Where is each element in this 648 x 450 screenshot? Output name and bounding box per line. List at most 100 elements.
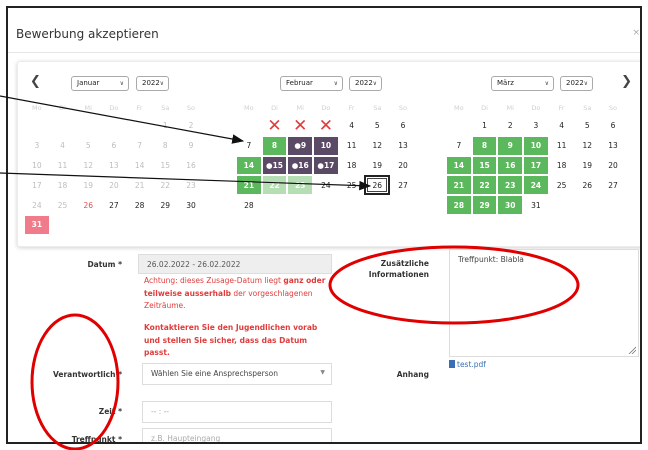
calendar-day[interactable]: 8 xyxy=(152,136,178,156)
calendar-day[interactable]: 21 xyxy=(127,175,153,195)
calendar-day[interactable]: 27 xyxy=(101,195,127,215)
calendar-day[interactable]: 28 xyxy=(236,195,262,215)
calendar-day[interactable]: 5 xyxy=(364,116,390,136)
calendar-day[interactable]: 23 xyxy=(178,175,204,195)
calendar-day[interactable]: 18 xyxy=(339,156,365,176)
calendar-day[interactable]: 30 xyxy=(497,195,524,215)
calendar-day[interactable]: 18 xyxy=(50,175,76,195)
calendar-day[interactable]: 20 xyxy=(390,156,416,176)
calendar-day[interactable]: 16 xyxy=(178,156,204,176)
calendar-day[interactable]: 20 xyxy=(101,175,127,195)
calendar-day[interactable]: ●15 xyxy=(261,155,288,176)
calendar-day[interactable]: 31 xyxy=(523,195,549,215)
calendar-day[interactable]: 27 xyxy=(390,175,416,195)
calendar-day[interactable]: 10 xyxy=(523,135,549,156)
calendar-day[interactable]: 7 xyxy=(236,136,262,156)
calendar-day[interactable]: ●17 xyxy=(313,155,339,176)
calendar-day[interactable]: 21 xyxy=(446,175,472,196)
calendar-day[interactable]: 1 xyxy=(152,116,178,136)
calendar-day[interactable]: 14 xyxy=(446,155,472,176)
calendar-day[interactable]: 20 xyxy=(600,156,626,176)
calendar-day[interactable]: 30 xyxy=(178,195,204,215)
calendar-day[interactable]: 14 xyxy=(127,156,153,176)
calendar-day[interactable]: 15 xyxy=(471,155,498,176)
calendar-day[interactable]: 12 xyxy=(574,136,600,156)
calendar-day[interactable]: 17 xyxy=(523,155,549,176)
calendar-day[interactable]: 7 xyxy=(127,136,153,156)
calendar-day[interactable]: 2 xyxy=(497,116,523,136)
calendar-day[interactable]: 24 xyxy=(24,195,50,215)
datum-field[interactable]: 26.02.2022 - 26.02.2022 xyxy=(138,254,332,274)
month-select-3[interactable]: März ∨ xyxy=(491,76,554,91)
calendar-day[interactable]: 21 xyxy=(236,175,262,196)
calendar-day[interactable]: 11 xyxy=(50,156,76,176)
calendar-day[interactable]: 24 xyxy=(313,175,339,195)
calendar-day[interactable]: 13 xyxy=(390,136,416,156)
calendar-day[interactable]: 29 xyxy=(471,195,498,215)
calendar-day[interactable]: 3 xyxy=(24,136,50,156)
month-select-1[interactable]: Januar ∨ xyxy=(71,76,129,91)
calendar-day[interactable]: 22 xyxy=(152,175,178,195)
calendar-day[interactable]: 22 xyxy=(261,175,288,196)
calendar-day[interactable]: 10 xyxy=(24,156,50,176)
calendar-day[interactable]: 25 xyxy=(549,175,575,195)
calendar-day[interactable]: 14 xyxy=(236,155,262,176)
calendar-day[interactable]: 24 xyxy=(523,175,549,196)
next-month-button[interactable]: ❯ xyxy=(621,74,632,89)
calendar-day[interactable]: 31 xyxy=(24,214,50,235)
calendar-day[interactable]: ●16 xyxy=(287,155,314,176)
calendar-day[interactable]: 11 xyxy=(549,136,575,156)
calendar-day[interactable]: 23 xyxy=(287,175,314,196)
calendar-day[interactable]: 4 xyxy=(339,116,365,136)
info-textarea[interactable]: Treffpunkt: Blabla xyxy=(449,249,639,357)
prev-month-button[interactable]: ❮ xyxy=(30,74,41,89)
calendar-day[interactable]: 17 xyxy=(24,175,50,195)
calendar-day[interactable]: 25 xyxy=(50,195,76,215)
calendar-day[interactable]: 25 xyxy=(339,175,365,195)
calendar-day[interactable]: 23 xyxy=(497,175,524,196)
calendar-day[interactable]: 18 xyxy=(549,156,575,176)
calendar-day[interactable]: 9 xyxy=(497,135,524,156)
close-icon[interactable]: × xyxy=(632,28,640,38)
calendar-day[interactable]: ●9 xyxy=(287,135,314,156)
calendar-day[interactable]: 26 xyxy=(574,175,600,195)
calendar-day[interactable]: 13 xyxy=(600,136,626,156)
calendar-day[interactable]: 6 xyxy=(600,116,626,136)
year-select-2[interactable]: 2022 ∨ xyxy=(349,76,382,91)
calendar-day[interactable]: 5 xyxy=(574,116,600,136)
calendar-day[interactable]: 9 xyxy=(178,136,204,156)
calendar-day[interactable]: 8 xyxy=(471,135,498,156)
calendar-day[interactable]: 26 xyxy=(75,195,101,215)
calendar-day[interactable]: 6 xyxy=(101,136,127,156)
calendar-day[interactable]: 22 xyxy=(471,175,498,196)
calendar-day[interactable]: 19 xyxy=(364,156,390,176)
calendar-day[interactable]: 11 xyxy=(339,136,365,156)
year-select-3[interactable]: 2022 ∨ xyxy=(560,76,593,91)
calendar-day[interactable]: 6 xyxy=(390,116,416,136)
month-select-2[interactable]: Februar ∨ xyxy=(280,76,343,91)
calendar-day[interactable]: 7 xyxy=(446,136,472,156)
calendar-day[interactable]: 15 xyxy=(152,156,178,176)
calendar-day[interactable]: 8 xyxy=(261,135,288,156)
calendar-day[interactable]: 3 xyxy=(523,116,549,136)
treffpunkt-input[interactable]: z.B. Haupteingang xyxy=(142,428,332,442)
calendar-day[interactable]: 26 xyxy=(364,175,391,196)
calendar-day[interactable]: 2 xyxy=(178,116,204,136)
verantwortlich-select[interactable]: Wählen Sie eine Ansprechsperson ▼ xyxy=(142,363,332,385)
calendar-day[interactable]: 12 xyxy=(364,136,390,156)
calendar-day[interactable]: 28 xyxy=(127,195,153,215)
calendar-day[interactable]: 4 xyxy=(50,136,76,156)
calendar-day[interactable]: 13 xyxy=(101,156,127,176)
attachment-link[interactable]: test.pdf xyxy=(449,360,486,369)
calendar-day[interactable]: 19 xyxy=(75,175,101,195)
calendar-day[interactable]: 27 xyxy=(600,175,626,195)
calendar-day[interactable]: 28 xyxy=(446,195,472,215)
calendar-day[interactable]: 4 xyxy=(549,116,575,136)
calendar-day[interactable]: 5 xyxy=(75,136,101,156)
year-select-1[interactable]: 2022 ∨ xyxy=(136,76,169,91)
calendar-day[interactable]: 12 xyxy=(75,156,101,176)
calendar-day[interactable]: 19 xyxy=(574,156,600,176)
resize-handle-icon[interactable] xyxy=(628,346,636,354)
calendar-day[interactable]: 10 xyxy=(313,135,339,156)
zeit-input[interactable]: -- : -- xyxy=(142,401,332,423)
